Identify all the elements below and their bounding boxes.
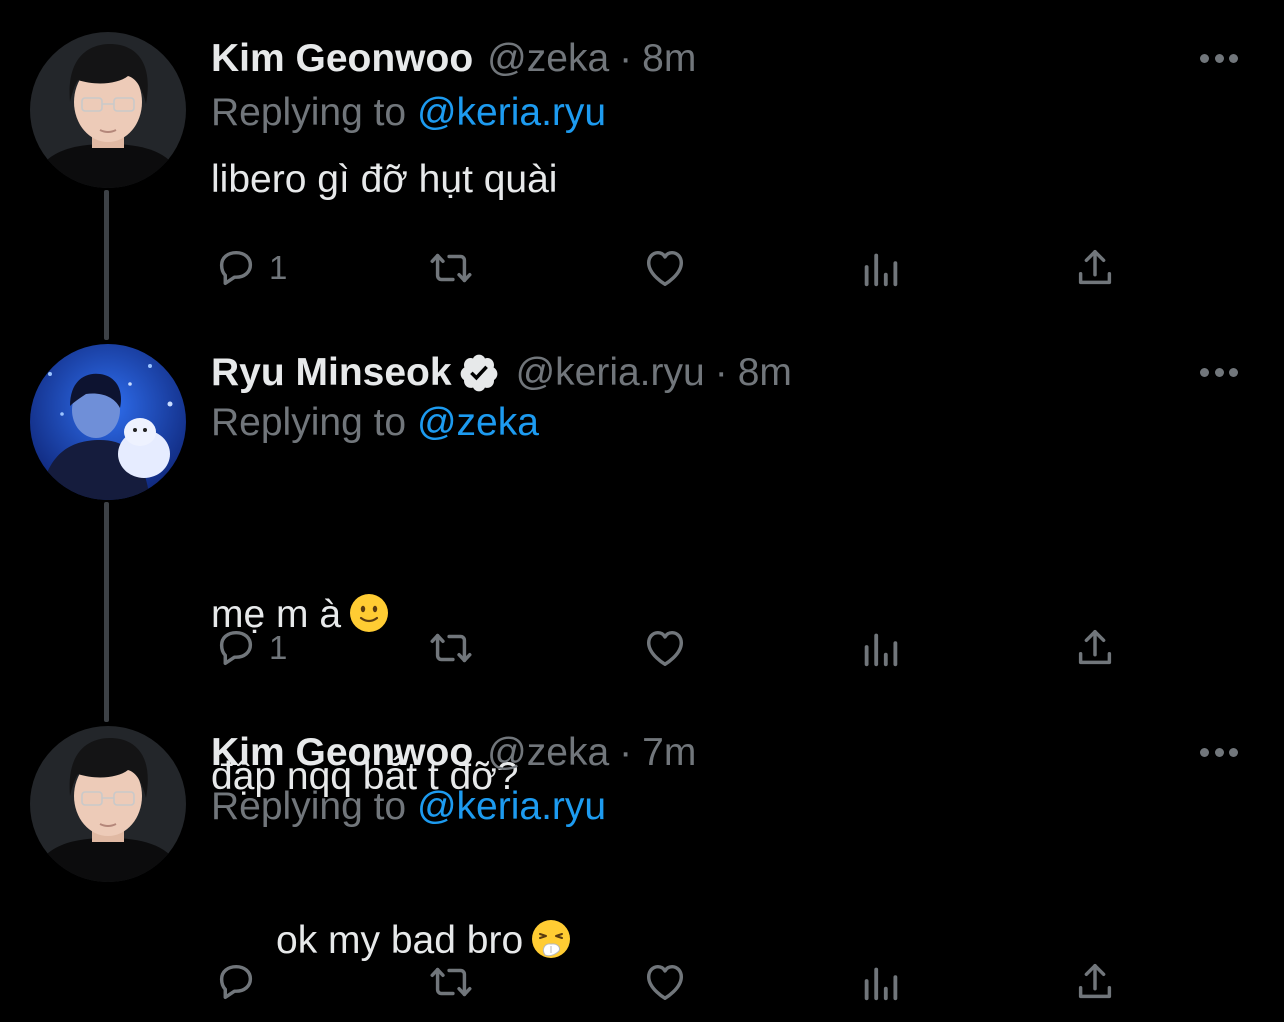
- retweet-button[interactable]: [428, 618, 474, 678]
- author-name[interactable]: Kim Geonwoo: [211, 32, 473, 86]
- tweet-actions: 1: [0, 618, 1284, 678]
- replying-prefix: Replying to: [211, 91, 407, 134]
- share-button[interactable]: [1072, 952, 1118, 1012]
- replying-to: Replying to @zeka: [211, 396, 539, 450]
- like-icon: [642, 245, 688, 291]
- verified-badge-icon: [460, 354, 497, 392]
- retweet-icon: [428, 625, 474, 671]
- author-name[interactable]: Kim Geonwoo: [211, 726, 473, 780]
- tweet-header: Kim Geonwoo @zeka · 7m: [211, 726, 696, 780]
- replying-to: Replying to @keria.ryu: [211, 86, 606, 140]
- timestamp[interactable]: 7m: [642, 726, 696, 780]
- replying-prefix: Replying to: [211, 785, 407, 828]
- analytics-button[interactable]: [858, 952, 904, 1012]
- tweet[interactable]: Kim Geonwoo @zeka · 7m Replying to @keri…: [0, 726, 1284, 1016]
- share-icon: [1072, 245, 1118, 291]
- share-button[interactable]: [1072, 618, 1118, 678]
- share-button[interactable]: [1072, 238, 1118, 298]
- reply-count: 1: [269, 629, 288, 666]
- retweet-button[interactable]: [428, 238, 474, 298]
- analytics-icon: [858, 959, 904, 1005]
- like-icon: [642, 959, 688, 1005]
- separator: ·: [619, 37, 633, 80]
- author-handle[interactable]: @keria.ryu: [516, 346, 705, 400]
- reply-icon: [213, 625, 259, 671]
- mention-link[interactable]: @keria.ryu: [417, 91, 606, 134]
- analytics-icon: [858, 625, 904, 671]
- tweet-actions: 1: [0, 238, 1284, 298]
- share-icon: [1072, 625, 1118, 671]
- mention-link[interactable]: @keria.ryu: [417, 785, 606, 828]
- author-name[interactable]: Ryu Minseok: [211, 346, 452, 400]
- avatar[interactable]: [30, 344, 186, 500]
- like-icon: [642, 625, 688, 671]
- author-handle[interactable]: @zeka: [487, 726, 609, 780]
- avatar[interactable]: [30, 32, 186, 188]
- reply-button[interactable]: [213, 952, 269, 1012]
- author-handle[interactable]: @zeka: [487, 32, 609, 86]
- analytics-icon: [858, 245, 904, 291]
- like-button[interactable]: [642, 952, 688, 1012]
- retweet-button[interactable]: [428, 952, 474, 1012]
- tweet-actions: [0, 952, 1284, 1012]
- separator: ·: [619, 731, 633, 774]
- retweet-icon: [428, 959, 474, 1005]
- reply-button[interactable]: 1: [213, 618, 287, 678]
- replying-to: Replying to @keria.ryu: [211, 780, 606, 834]
- conversation-thread: Kim Geonwoo @zeka · 8m Replying to @keri…: [0, 0, 1284, 1021]
- like-button[interactable]: [642, 238, 688, 298]
- separator: ·: [714, 351, 728, 394]
- retweet-icon: [428, 245, 474, 291]
- analytics-button[interactable]: [858, 238, 904, 298]
- more-options-icon[interactable]: [1200, 360, 1238, 384]
- mention-link[interactable]: @zeka: [417, 401, 539, 444]
- tweet-header: Kim Geonwoo @zeka · 8m: [211, 32, 696, 86]
- avatar[interactable]: [30, 726, 186, 882]
- more-options-icon[interactable]: [1200, 46, 1238, 70]
- more-options-icon[interactable]: [1200, 740, 1238, 764]
- replying-prefix: Replying to: [211, 401, 407, 444]
- tweet[interactable]: Kim Geonwoo @zeka · 8m Replying to @keri…: [0, 32, 1284, 322]
- timestamp[interactable]: 8m: [642, 32, 696, 86]
- reply-icon: [213, 959, 259, 1005]
- tweet-text: libero gì đỡ hụt quài: [211, 158, 558, 201]
- timestamp[interactable]: 8m: [738, 346, 792, 400]
- tweet-header: Ryu Minseok @keria.ryu · 8m: [211, 346, 792, 400]
- tweet[interactable]: Ryu Minseok @keria.ryu · 8m Replying to …: [0, 344, 1284, 798]
- reply-icon: [213, 245, 259, 291]
- analytics-button[interactable]: [858, 618, 904, 678]
- like-button[interactable]: [642, 618, 688, 678]
- share-icon: [1072, 959, 1118, 1005]
- reply-button[interactable]: 1: [213, 238, 287, 298]
- reply-count: 1: [269, 249, 288, 286]
